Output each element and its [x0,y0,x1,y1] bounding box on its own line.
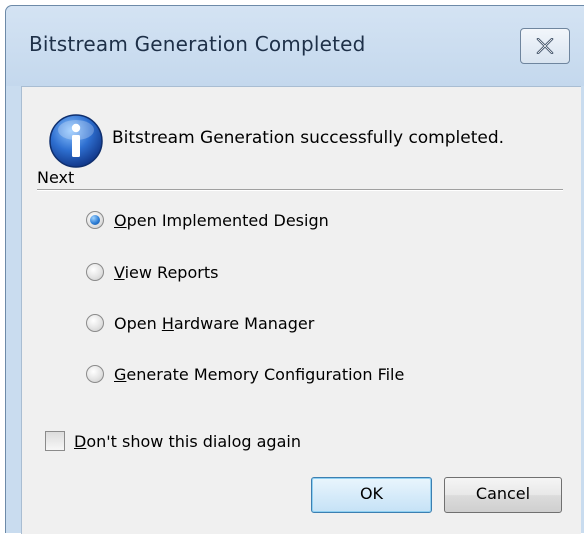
title-bar[interactable]: Bitstream Generation Completed [6,6,584,86]
option-label: Open Implemented Design [114,210,329,230]
option-open-implemented-design[interactable]: Open Implemented Design [86,207,329,233]
window-title: Bitstream Generation Completed [29,32,366,56]
radio-button[interactable] [86,314,104,332]
close-button[interactable] [520,28,570,64]
close-icon [536,38,554,54]
option-label: Open Hardware Manager [114,313,315,333]
dont-show-again-checkbox-row[interactable]: Don't show this dialog again [45,428,301,454]
info-icon [49,114,103,168]
option-view-reports[interactable]: View Reports [86,259,218,285]
dialog-content: Bitstream Generation successfully comple… [21,86,581,534]
option-open-hardware-manager[interactable]: Open Hardware Manager [86,310,314,336]
status-message: Bitstream Generation successfully comple… [112,128,505,148]
dont-show-again-checkbox[interactable] [45,431,65,451]
dont-show-again-label: Don't show this dialog again [74,431,301,451]
option-generate-memory-configuration-file[interactable]: Generate Memory Configuration File [86,361,404,387]
option-label: Generate Memory Configuration File [114,364,405,384]
option-label: View Reports [114,262,219,282]
radio-button-checked[interactable] [86,211,104,229]
radio-button[interactable] [86,365,104,383]
divider [37,189,563,191]
ok-button[interactable]: OK [311,477,432,513]
radio-button[interactable] [86,263,104,281]
cancel-button[interactable]: Cancel [444,477,562,513]
dialog-window: Bitstream Generation Completed Bitstream… [5,5,584,534]
next-section-label: Next [37,168,75,187]
